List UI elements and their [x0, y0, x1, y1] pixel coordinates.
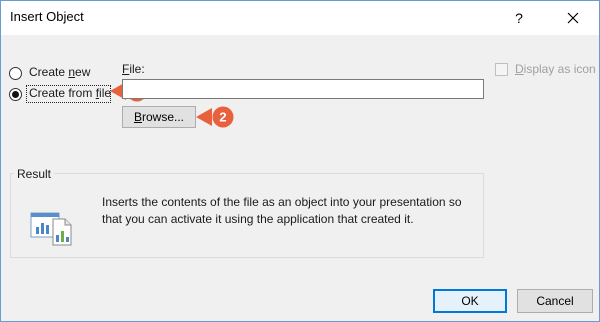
browse-button[interactable]: Browse... [122, 106, 196, 128]
title-bar: Insert Object ? [1, 1, 599, 35]
create-new-label[interactable]: Create new [29, 65, 90, 79]
help-button[interactable]: ? [509, 7, 529, 29]
insert-object-dialog: Insert Object ? Create new Create from f… [0, 0, 600, 322]
file-label: File: [122, 62, 145, 76]
ok-button[interactable]: OK [433, 289, 507, 313]
file-path-input[interactable] [122, 79, 484, 99]
display-as-icon-label[interactable]: Display as icon [515, 62, 596, 76]
create-from-file-label[interactable]: Create from file [29, 86, 111, 100]
display-as-icon-checkbox[interactable] [495, 63, 508, 76]
dialog-title: Insert Object [10, 9, 84, 24]
document-chart-icon [30, 212, 72, 246]
create-from-file-radio[interactable] [9, 88, 22, 101]
result-title: Result [14, 167, 55, 181]
result-description: Inserts the contents of the file as an o… [102, 195, 462, 226]
create-new-radio[interactable] [9, 67, 22, 80]
callout-number-2: 2 [219, 110, 226, 125]
close-icon[interactable] [561, 6, 585, 30]
cancel-button[interactable]: Cancel [517, 289, 593, 313]
callout-badge-2: 2 [196, 106, 234, 128]
